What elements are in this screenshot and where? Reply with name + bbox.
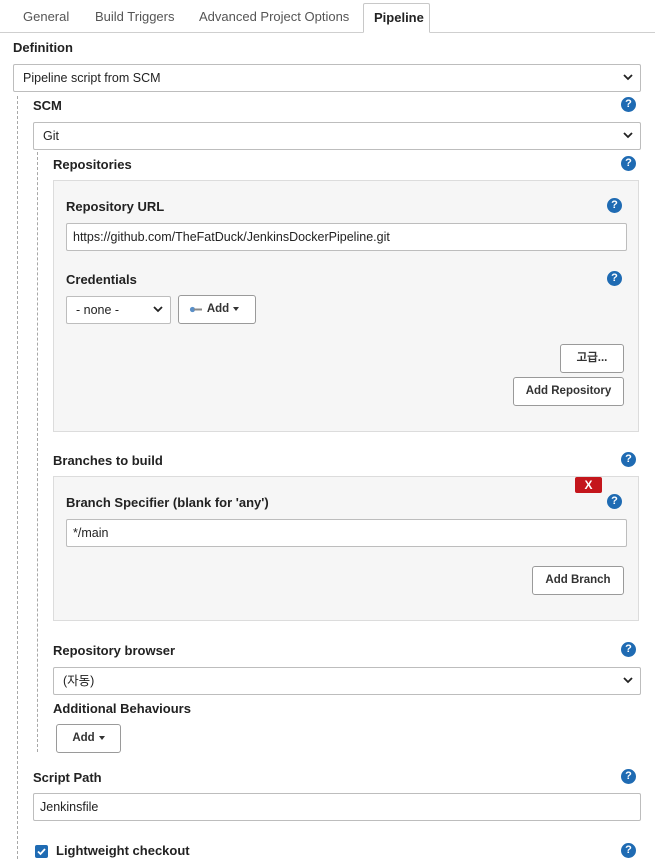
repository-browser-select-value: (자동)	[63, 674, 95, 688]
script-path-input[interactable]: Jenkinsfile	[33, 793, 641, 821]
repository-url-input[interactable]: https://github.com/TheFatDuck/JenkinsDoc…	[66, 223, 627, 251]
additional-behaviours-add-button[interactable]: Add	[56, 724, 121, 753]
repository-browser-select[interactable]: (자동)	[53, 667, 641, 695]
tab-build-triggers[interactable]: Build Triggers	[85, 3, 184, 33]
chevron-down-icon	[152, 297, 164, 323]
branches-label: Branches to build	[53, 453, 163, 468]
definition-label: Definition	[13, 40, 73, 55]
check-icon	[37, 848, 46, 856]
definition-select-value: Pipeline script from SCM	[23, 71, 161, 85]
repositories-label: Repositories	[53, 157, 132, 172]
scm-select[interactable]: Git	[33, 122, 641, 150]
credentials-add-label: Add	[206, 303, 230, 315]
help-icon[interactable]: ?	[621, 452, 636, 467]
tab-general[interactable]: General	[13, 3, 79, 33]
credentials-label: Credentials	[66, 272, 137, 287]
repository-url-label: Repository URL	[66, 199, 165, 214]
definition-nest-guide	[17, 96, 18, 859]
scm-label: SCM	[33, 98, 62, 113]
key-icon	[189, 296, 203, 334]
caret-down-icon	[233, 306, 240, 311]
credentials-add-button[interactable]: Add	[178, 295, 256, 324]
chevron-down-icon	[622, 668, 634, 694]
caret-down-icon	[98, 735, 105, 740]
help-icon[interactable]: ?	[607, 198, 622, 213]
chevron-down-icon	[622, 123, 634, 149]
advanced-button[interactable]: 고급...	[560, 344, 624, 373]
tab-advanced-project-options[interactable]: Advanced Project Options	[189, 3, 359, 33]
help-icon[interactable]: ?	[621, 769, 636, 784]
chevron-down-icon	[622, 65, 634, 91]
help-icon[interactable]: ?	[621, 97, 636, 112]
help-icon[interactable]: ?	[621, 156, 636, 171]
additional-add-label: Add	[72, 732, 95, 744]
scm-select-value: Git	[43, 129, 59, 143]
remove-branch-button[interactable]: X	[575, 477, 602, 493]
scm-nest-guide	[37, 152, 38, 752]
help-icon[interactable]: ?	[607, 271, 622, 286]
credentials-select[interactable]: - none -	[66, 296, 171, 324]
credentials-select-value: - none -	[76, 303, 120, 317]
branch-specifier-input[interactable]: */main	[66, 519, 627, 547]
add-repository-button[interactable]: Add Repository	[513, 377, 624, 406]
help-icon[interactable]: ?	[607, 494, 622, 509]
branch-specifier-label: Branch Specifier (blank for 'any')	[66, 495, 269, 510]
tab-pipeline[interactable]: Pipeline	[363, 3, 430, 33]
add-branch-button[interactable]: Add Branch	[532, 566, 624, 595]
help-icon[interactable]: ?	[621, 642, 636, 657]
script-path-label: Script Path	[33, 770, 102, 785]
lightweight-checkout-label: Lightweight checkout	[56, 843, 190, 858]
help-icon[interactable]: ?	[621, 843, 636, 858]
repository-browser-label: Repository browser	[53, 643, 176, 658]
lightweight-checkout-checkbox[interactable]	[35, 845, 48, 858]
definition-select[interactable]: Pipeline script from SCM	[13, 64, 641, 92]
additional-behaviours-label: Additional Behaviours	[53, 701, 191, 716]
